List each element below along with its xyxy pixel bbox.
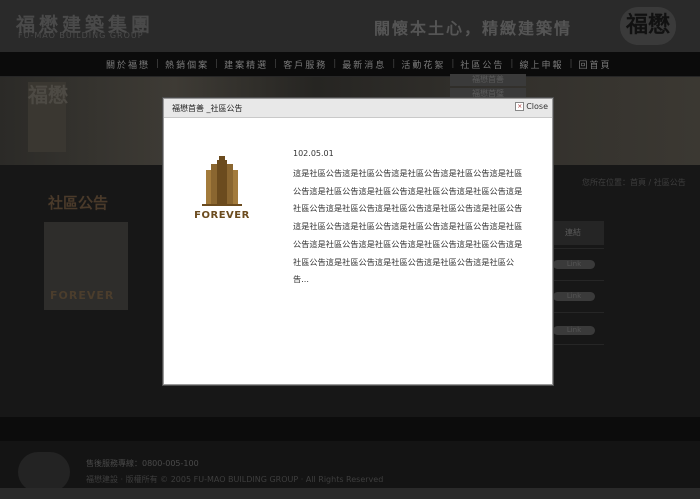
brand-logo-en: FU-MAO BUILDING GROUP (18, 31, 144, 40)
nav-item-events[interactable]: 活動花絮 (395, 58, 451, 71)
nav-item-hot-projects[interactable]: 熱銷個案 (159, 58, 215, 71)
footer-hotline: 售後服務專線：0800-005-100 (86, 459, 199, 468)
banner-calligraphy: 福懋 (28, 83, 68, 107)
nav-item-service[interactable]: 客戶服務 (277, 58, 333, 71)
announcement-modal: 福懋首善 _社區公告 × Close FOREVER 102.05.01 這是社… (163, 98, 553, 385)
seal-icon: 福懋 (620, 7, 676, 45)
slogan: 關懷本土心，精緻建築情 (374, 19, 573, 38)
row-link-button[interactable]: Link (553, 326, 595, 335)
nav-list: 關於福懋 | 熱銷個案 | 建案精選 | 客戶服務 | 最新消息 | 活動花絮 | 社區公告… (100, 52, 618, 76)
footer-bar (0, 417, 700, 441)
nav-item-online-report[interactable]: 線上申報 (513, 58, 569, 71)
close-label[interactable]: Close (526, 102, 548, 111)
row-link-button[interactable]: Link (553, 292, 595, 301)
modal-close-button[interactable]: × Close (515, 102, 548, 111)
page: 福懋建築集團 FU-MAO BUILDING GROUP 關懷本土心，精緻建築情… (0, 0, 700, 499)
nav-item-news[interactable]: 最新消息 (336, 58, 392, 71)
modal-header: 福懋首善 _社區公告 × Close (164, 99, 552, 118)
site-header: 福懋建築集團 FU-MAO BUILDING GROUP 關懷本土心，精緻建築情… (0, 0, 700, 52)
modal-title: 福懋首善 _社區公告 (172, 104, 243, 113)
sidebar-title: 社區公告 (48, 194, 109, 212)
breadcrumb: 您所在位置：首頁 / 社區公告 (582, 178, 686, 187)
post-body: 這是社區公告這是社區公告這是社區公告這是社區公告這是社區公告這是社區公告這是社區… (293, 168, 523, 285)
nav-item-featured[interactable]: 建案精選 (218, 58, 274, 71)
sidebar-logo-text: FOREVER (50, 289, 115, 302)
footer-strip (0, 488, 700, 499)
row-link-button[interactable]: Link (553, 260, 595, 269)
close-icon[interactable]: × (515, 102, 525, 111)
nav-item-about[interactable]: 關於福懋 (100, 58, 156, 71)
nav-item-home[interactable]: 回首頁 (573, 58, 618, 71)
main-nav: 關於福懋 | 熱銷個案 | 建案精選 | 客戶服務 | 最新消息 | 活動花絮 | 社區公告… (0, 52, 700, 77)
post-date: 102.05.01 (293, 149, 334, 158)
forever-logo-text: FOREVER (194, 210, 250, 221)
footer-seal-icon (18, 452, 70, 492)
footer-copyright: 福懋建設 · 版權所有 © 2005 FU-MAO BUILDING GROUP… (86, 475, 384, 484)
nav-item-community[interactable]: 社區公告 (454, 58, 510, 71)
submenu-item[interactable]: 福懋首善 (450, 74, 526, 86)
